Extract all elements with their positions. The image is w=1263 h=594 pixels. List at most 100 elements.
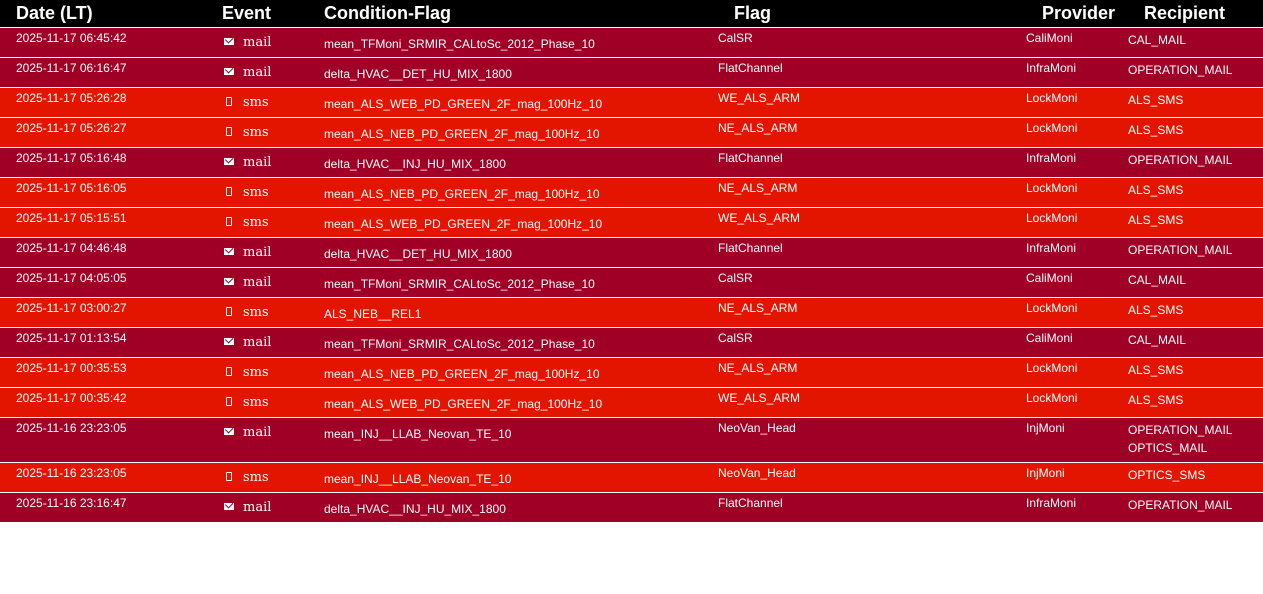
event-label: sms xyxy=(243,185,269,200)
mobile-phone-icon xyxy=(222,215,236,230)
recipient-name: OPERATION_MAIL xyxy=(1128,243,1233,257)
condition-flag-cell: ALS_NEB__REL1 xyxy=(324,307,422,321)
condition-flag-cell: mean_ALS_NEB_PD_GREEN_2F_mag_100Hz_10 xyxy=(324,187,600,201)
recipient-name: OPERATION_MAIL xyxy=(1128,153,1233,167)
event-label: sms xyxy=(243,125,269,140)
condition-flag-cell: mean_ALS_WEB_PD_GREEN_2F_mag_100Hz_10 xyxy=(324,397,603,411)
recipient-name: ALS_SMS xyxy=(1128,93,1184,107)
recipient-name: ALS_SMS xyxy=(1128,183,1184,197)
event-label: sms xyxy=(243,305,269,320)
recipient-cell: OPERATION_MAIL xyxy=(1128,58,1263,88)
event-cell: mail xyxy=(206,268,308,298)
recipient-cell: CAL_MAIL xyxy=(1128,268,1263,298)
flag-cell: FlatChannel xyxy=(718,151,783,165)
provider-cell: InfraMoni xyxy=(1026,241,1077,255)
date-cell: 2025-11-17 00:35:42 xyxy=(16,391,127,405)
event-cell: sms xyxy=(206,118,308,148)
table-row: 2025-11-16 23:23:05 sms mean_INJ__LLAB_Neo… xyxy=(0,462,1263,493)
provider-cell: InfraMoni xyxy=(1026,61,1077,75)
flag-cell: CalSR xyxy=(718,31,753,45)
flag-cell: NE_ALS_ARM xyxy=(718,301,798,315)
condition-flag-cell: mean_TFMoni_SRMIR_CALtoSc_2012_Phase_10 xyxy=(324,337,595,351)
envelope-icon xyxy=(222,155,236,170)
recipient-cell: OPERATION_MAIL xyxy=(1128,238,1263,268)
table-row: 2025-11-17 05:26:28 sms mean_ALS_WEB_PD_GR… xyxy=(0,87,1263,118)
provider-cell: LockMoni xyxy=(1026,391,1078,405)
condition-flag-cell: mean_INJ__LLAB_Neovan_TE_10 xyxy=(324,472,512,486)
provider-cell: LockMoni xyxy=(1026,91,1078,105)
event-cell: sms xyxy=(206,178,308,208)
table-header: Date (LT) Event Condition-Flag Flag Prov… xyxy=(0,0,1263,28)
flag-cell: FlatChannel xyxy=(718,61,783,75)
table-row: 2025-11-17 01:13:54 mail mean_TFMoni_SRMIR… xyxy=(0,327,1263,358)
event-cell: sms xyxy=(206,208,308,238)
provider-cell: InjMoni xyxy=(1026,466,1065,480)
event-label: mail xyxy=(243,35,272,50)
event-label: mail xyxy=(243,245,272,260)
provider-cell: CaliMoni xyxy=(1026,31,1073,45)
event-label: sms xyxy=(243,365,269,380)
recipient-name: OPTICS_MAIL xyxy=(1128,441,1208,455)
date-cell: 2025-11-17 00:35:53 xyxy=(16,361,127,375)
recipient-name: OPERATION_MAIL xyxy=(1128,63,1233,77)
event-cell: mail xyxy=(206,493,308,523)
recipient-cell: ALS_SMS xyxy=(1128,298,1263,328)
mobile-phone-icon xyxy=(222,470,236,485)
event-cell: mail xyxy=(206,328,308,358)
envelope-icon xyxy=(222,65,236,80)
event-label: sms xyxy=(243,470,269,485)
table-row: 2025-11-17 06:45:42 mail mean_TFMoni_SRMIR… xyxy=(0,27,1263,58)
recipient-cell: ALS_SMS xyxy=(1128,358,1263,388)
flag-cell: NeoVan_Head xyxy=(718,421,796,435)
header-row: Date (LT) Event Condition-Flag Flag Prov… xyxy=(0,0,1263,28)
envelope-icon xyxy=(222,500,236,515)
flag-cell: WE_ALS_ARM xyxy=(718,91,801,105)
event-label: mail xyxy=(243,425,272,440)
column-header-flag: Flag xyxy=(734,3,772,23)
envelope-icon xyxy=(222,245,236,260)
recipient-cell: OPTICS_SMS xyxy=(1128,463,1263,493)
flag-cell: NeoVan_Head xyxy=(718,466,796,480)
date-cell: 2025-11-17 04:05:05 xyxy=(16,271,127,285)
provider-cell: LockMoni xyxy=(1026,361,1078,375)
event-label: mail xyxy=(243,335,272,350)
recipient-cell: ALS_SMS xyxy=(1128,208,1263,238)
date-cell: 2025-11-17 03:00:27 xyxy=(16,301,127,315)
column-header-recipient: Recipient xyxy=(1144,3,1226,23)
date-cell: 2025-11-17 06:45:42 xyxy=(16,31,127,45)
mobile-phone-icon xyxy=(222,125,236,140)
event-cell: sms xyxy=(206,388,308,418)
recipient-name: ALS_SMS xyxy=(1128,123,1184,137)
date-cell: 2025-11-17 05:15:51 xyxy=(16,211,127,225)
date-cell: 2025-11-16 23:23:05 xyxy=(16,421,127,435)
column-header-event: Event xyxy=(222,3,272,23)
condition-flag-cell: delta_HVAC__DET_HU_MIX_1800 xyxy=(324,247,512,261)
condition-flag-cell: mean_ALS_WEB_PD_GREEN_2F_mag_100Hz_10 xyxy=(324,97,603,111)
provider-cell: CaliMoni xyxy=(1026,271,1073,285)
provider-cell: LockMoni xyxy=(1026,301,1078,315)
recipient-cell: ALS_SMS xyxy=(1128,388,1263,418)
event-label: sms xyxy=(243,95,269,110)
event-cell: sms xyxy=(206,298,308,328)
recipient-cell: OPERATION_MAIL xyxy=(1128,493,1263,523)
recipient-cell: ALS_SMS xyxy=(1128,118,1263,148)
mobile-phone-icon xyxy=(222,365,236,380)
event-cell: sms xyxy=(206,88,308,118)
date-cell: 2025-11-16 23:16:47 xyxy=(16,496,127,510)
recipient-name: CAL_MAIL xyxy=(1128,273,1187,287)
date-cell: 2025-11-17 05:16:48 xyxy=(16,151,127,165)
mobile-phone-icon xyxy=(222,305,236,320)
provider-cell: InfraMoni xyxy=(1026,496,1077,510)
recipient-name: OPERATION_MAIL xyxy=(1128,423,1233,437)
date-cell: 2025-11-17 05:26:28 xyxy=(16,91,127,105)
event-label: mail xyxy=(243,275,272,290)
recipient-name: ALS_SMS xyxy=(1128,303,1184,317)
table-row: 2025-11-17 04:46:48 mail delta_HVAC__DET_H… xyxy=(0,237,1263,268)
mobile-phone-icon xyxy=(222,185,236,200)
condition-flag-cell: delta_HVAC__INJ_HU_MIX_1800 xyxy=(324,157,506,171)
recipient-name: ALS_SMS xyxy=(1128,363,1184,377)
event-cell: mail xyxy=(206,58,308,88)
table-row: 2025-11-17 05:16:05 sms mean_ALS_NEB_PD_GR… xyxy=(0,177,1263,208)
flag-cell: NE_ALS_ARM xyxy=(718,361,798,375)
flag-cell: NE_ALS_ARM xyxy=(718,181,798,195)
